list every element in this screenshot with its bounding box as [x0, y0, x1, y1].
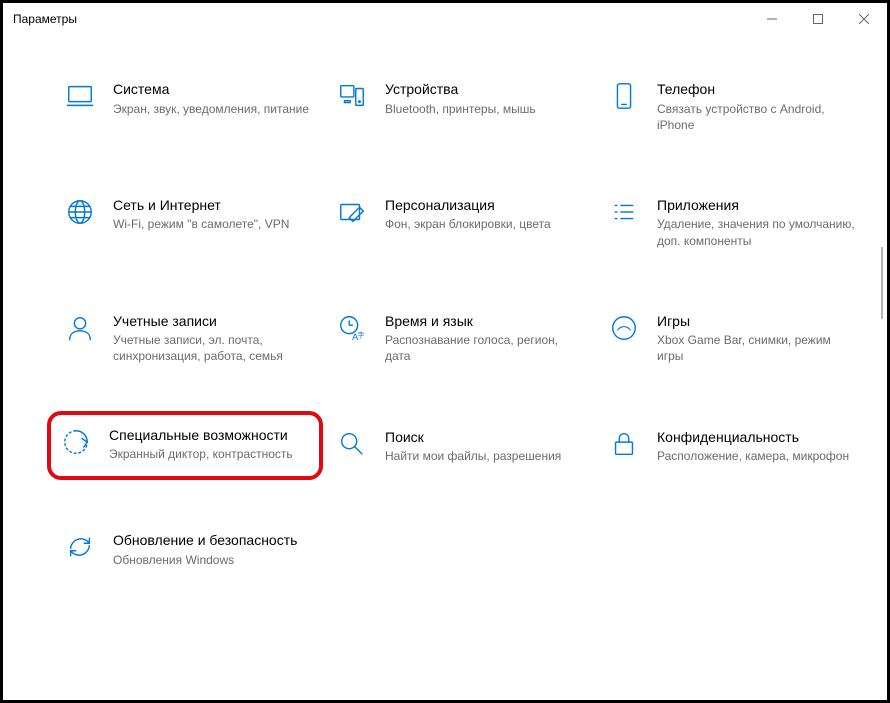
- apps-icon: [607, 195, 641, 229]
- gaming-icon: [607, 311, 641, 345]
- tile-desc: Фон, экран блокировки, цвета: [385, 216, 583, 232]
- tile-desc: Обновления Windows: [113, 552, 311, 568]
- tile-title: Обновление и безопасность: [113, 532, 311, 550]
- tile-title: Время и язык: [385, 313, 583, 331]
- settings-window: Параметры Система Экран, звук, уведомлен…: [0, 0, 890, 703]
- system-icon: [63, 79, 97, 113]
- scrollbar[interactable]: [881, 247, 883, 319]
- tile-search[interactable]: Поиск Найти мои файлы, разрешения: [331, 423, 591, 477]
- tile-desc: Экран, звук, уведомления, питание: [113, 101, 311, 117]
- minimize-icon: [767, 14, 777, 24]
- time-icon: A字: [335, 311, 369, 345]
- tile-desc: Экранный диктор, контрастность: [109, 446, 309, 462]
- tile-title: Приложения: [657, 197, 855, 215]
- tile-desc: Распознавание голоса, регион, дата: [385, 332, 583, 364]
- window-controls: [749, 3, 887, 35]
- titlebar: Параметры: [3, 3, 887, 35]
- phone-icon: [607, 79, 641, 113]
- tile-desc: Связать устройство с Android, iPhone: [657, 101, 855, 133]
- tile-desc: Найти мои файлы, разрешения: [385, 448, 583, 464]
- maximize-icon: [813, 14, 823, 24]
- tile-title: Телефон: [657, 81, 855, 99]
- tile-title: Конфиденциальность: [657, 429, 855, 447]
- svg-text:字: 字: [358, 330, 365, 339]
- tile-title: Игры: [657, 313, 855, 331]
- tile-update[interactable]: Обновление и безопасность Обновления Win…: [59, 526, 319, 576]
- tile-devices[interactable]: Устройства Bluetooth, принтеры, мышь: [331, 75, 591, 141]
- settings-grid: Система Экран, звук, уведомления, питани…: [3, 35, 887, 700]
- tile-title: Устройства: [385, 81, 583, 99]
- tile-desc: Xbox Game Bar, снимки, режим игры: [657, 332, 855, 364]
- close-button[interactable]: [841, 3, 887, 35]
- tile-gaming[interactable]: Игры Xbox Game Bar, снимки, режим игры: [603, 307, 863, 373]
- tile-apps[interactable]: Приложения Удаление, значения по умолчан…: [603, 191, 863, 257]
- window-title: Параметры: [13, 12, 77, 26]
- tile-title: Сеть и Интернет: [113, 197, 311, 215]
- tile-desc: Удаление, значения по умолчанию, доп. ко…: [657, 216, 855, 248]
- tile-title: Поиск: [385, 429, 583, 447]
- privacy-icon: [607, 427, 641, 461]
- devices-icon: [335, 79, 369, 113]
- tile-privacy[interactable]: Конфиденциальность Расположение, камера,…: [603, 423, 863, 477]
- update-icon: [63, 530, 97, 564]
- tile-desc: Wi-Fi, режим "в самолете", VPN: [113, 216, 311, 232]
- close-icon: [859, 14, 869, 24]
- ease-of-access-icon: [59, 425, 93, 459]
- tile-desc: Учетные записи, эл. почта, синхронизация…: [113, 332, 311, 364]
- minimize-button[interactable]: [749, 3, 795, 35]
- tile-system[interactable]: Система Экран, звук, уведомления, питани…: [59, 75, 319, 141]
- network-icon: [63, 195, 97, 229]
- tile-title: Учетные записи: [113, 313, 311, 331]
- maximize-button[interactable]: [795, 3, 841, 35]
- tile-ease-of-access[interactable]: Специальные возможности Экранный диктор,…: [51, 415, 319, 477]
- tile-accounts[interactable]: Учетные записи Учетные записи, эл. почта…: [59, 307, 319, 373]
- personalization-icon: [335, 195, 369, 229]
- tile-title: Система: [113, 81, 311, 99]
- tile-phone[interactable]: Телефон Связать устройство с Android, iP…: [603, 75, 863, 141]
- tile-time[interactable]: A字 Время и язык Распознавание голоса, ре…: [331, 307, 591, 373]
- tile-personalization[interactable]: Персонализация Фон, экран блокировки, цв…: [331, 191, 591, 257]
- tile-title: Персонализация: [385, 197, 583, 215]
- search-icon: [335, 427, 369, 461]
- tile-title: Специальные возможности: [109, 427, 309, 445]
- accounts-icon: [63, 311, 97, 345]
- tile-desc: Bluetooth, принтеры, мышь: [385, 101, 583, 117]
- tile-network[interactable]: Сеть и Интернет Wi-Fi, режим "в самолете…: [59, 191, 319, 257]
- tile-desc: Расположение, камера, микрофон: [657, 448, 855, 464]
